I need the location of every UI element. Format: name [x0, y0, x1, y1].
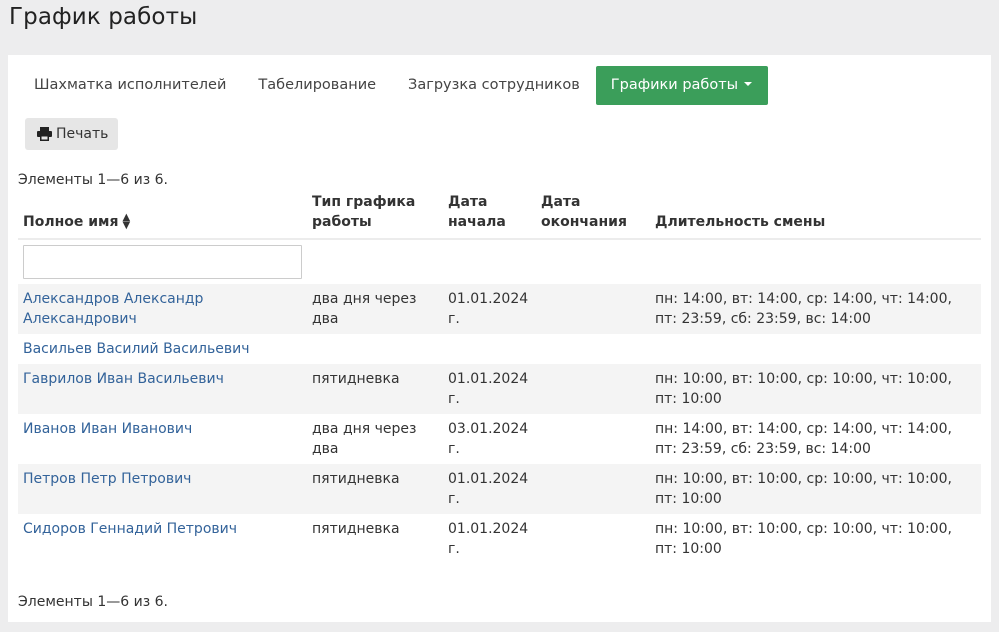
pagination-summary-bottom: Элементы 1—6 из 6.	[18, 594, 168, 610]
name-filter-input[interactable]	[23, 245, 302, 279]
employee-link[interactable]: Гаврилов Иван Васильевич	[23, 371, 224, 387]
header-shift-duration: Длительность смены	[650, 192, 981, 240]
cell-start-date: 01.01.2024 г.	[448, 471, 529, 507]
tab-performers-grid[interactable]: Шахматка исполнителей	[18, 66, 242, 105]
header-schedule-type-line1: Тип графика	[312, 194, 416, 210]
employee-link[interactable]: Александров Александр Александрович	[23, 291, 203, 327]
cell-full-name: Петров Петр Петрович	[18, 464, 307, 514]
table-row: Сидоров Геннадий Петрович пятидневка 01.01…	[18, 514, 981, 564]
employee-link[interactable]: Васильев Василий Васильевич	[23, 341, 249, 357]
cell-shift-duration: пн: 10:00, вт: 10:00, ср: 10:00, чт: 10:…	[655, 371, 952, 407]
cell-schedule-type: пятидневка	[312, 471, 400, 487]
header-full-name-label: Полное имя	[23, 214, 119, 230]
cell-end-date	[536, 364, 650, 414]
cell-schedule-type	[307, 334, 443, 364]
table-row: Гаврилов Иван Васильевич пятидневка 01.01.…	[18, 364, 981, 414]
tab-timesheet[interactable]: Табелирование	[242, 66, 392, 105]
print-button[interactable]: Печать	[25, 118, 118, 150]
header-end-date: Дата окончания	[536, 192, 650, 240]
filter-row	[18, 239, 981, 284]
table-header-row: Полное имя ▲ ▼ Тип графика работы Дата начал…	[18, 192, 981, 240]
printer-icon	[37, 127, 52, 141]
filter-cell-name	[18, 239, 307, 284]
table-row: Иванов Иван Иванович два дня через два 03.…	[18, 414, 981, 464]
header-start-date-line1: Дата	[448, 194, 488, 210]
cell-schedule-type: два дня через два	[312, 291, 417, 327]
sort-icon[interactable]: ▲ ▼	[123, 213, 131, 231]
header-start-date-line2: начала	[448, 214, 506, 230]
cell-shift-duration	[650, 334, 981, 364]
cell-start-date: 01.01.2024 г.	[448, 291, 529, 327]
cell-shift-duration: пн: 14:00, вт: 14:00, ср: 14:00, чт: 14:…	[655, 291, 952, 327]
cell-schedule-type: два дня через два	[312, 421, 417, 457]
cell-full-name: Сидоров Геннадий Петрович	[18, 514, 307, 564]
cell-shift-duration: пн: 10:00, вт: 10:00, ср: 10:00, чт: 10:…	[655, 471, 952, 507]
cell-full-name: Гаврилов Иван Васильевич	[18, 364, 307, 414]
schedules-table: Полное имя ▲ ▼ Тип графика работы Дата начал…	[18, 192, 981, 564]
employee-link[interactable]: Иванов Иван Иванович	[23, 421, 192, 437]
caret-down-icon	[744, 82, 753, 86]
cell-end-date	[536, 284, 650, 334]
employee-link[interactable]: Петров Петр Петрович	[23, 471, 191, 487]
cell-full-name: Васильев Василий Васильевич	[18, 334, 307, 364]
header-start-date: Дата начала	[443, 192, 536, 240]
cell-end-date	[536, 414, 650, 464]
print-button-label: Печать	[56, 126, 109, 142]
employee-link[interactable]: Сидоров Геннадий Петрович	[23, 521, 237, 537]
content-panel: Шахматка исполнителей Табелирование Загр…	[8, 55, 991, 622]
cell-full-name: Александров Александр Александрович	[18, 284, 307, 334]
header-schedule-type: Тип графика работы	[307, 192, 443, 240]
table-row: Петров Петр Петрович пятидневка 01.01.2024…	[18, 464, 981, 514]
cell-end-date	[536, 334, 650, 364]
pagination-summary-top: Элементы 1—6 из 6.	[18, 172, 168, 188]
header-schedule-type-line2: работы	[312, 214, 372, 230]
tab-work-schedules-label: Графики работы	[610, 77, 739, 93]
cell-end-date	[536, 514, 650, 564]
cell-start-date	[443, 334, 536, 364]
cell-end-date	[536, 464, 650, 514]
table-row: Васильев Василий Васильевич	[18, 334, 981, 364]
cell-start-date: 01.01.2024 г.	[448, 521, 529, 557]
header-end-date-line1: Дата	[541, 194, 581, 210]
tab-employee-load[interactable]: Загрузка сотрудников	[392, 66, 596, 105]
header-full-name[interactable]: Полное имя ▲ ▼	[18, 192, 307, 240]
nav-tabs: Шахматка исполнителей Табелирование Загр…	[18, 66, 769, 105]
cell-schedule-type: пятидневка	[312, 521, 400, 537]
cell-schedule-type: пятидневка	[312, 371, 400, 387]
cell-shift-duration: пн: 14:00, вт: 14:00, ср: 14:00, чт: 14:…	[655, 421, 952, 457]
header-end-date-line2: окончания	[541, 214, 627, 230]
cell-start-date: 03.01.2024 г.	[448, 421, 529, 457]
tab-work-schedules[interactable]: Графики работы	[595, 66, 769, 105]
cell-start-date: 01.01.2024 г.	[448, 371, 529, 407]
cell-full-name: Иванов Иван Иванович	[18, 414, 307, 464]
page-title: График работы	[9, 4, 198, 30]
table-row: Александров Александр Александрович два д…	[18, 284, 981, 334]
cell-shift-duration: пн: 10:00, вт: 10:00, ср: 10:00, чт: 10:…	[655, 521, 952, 557]
